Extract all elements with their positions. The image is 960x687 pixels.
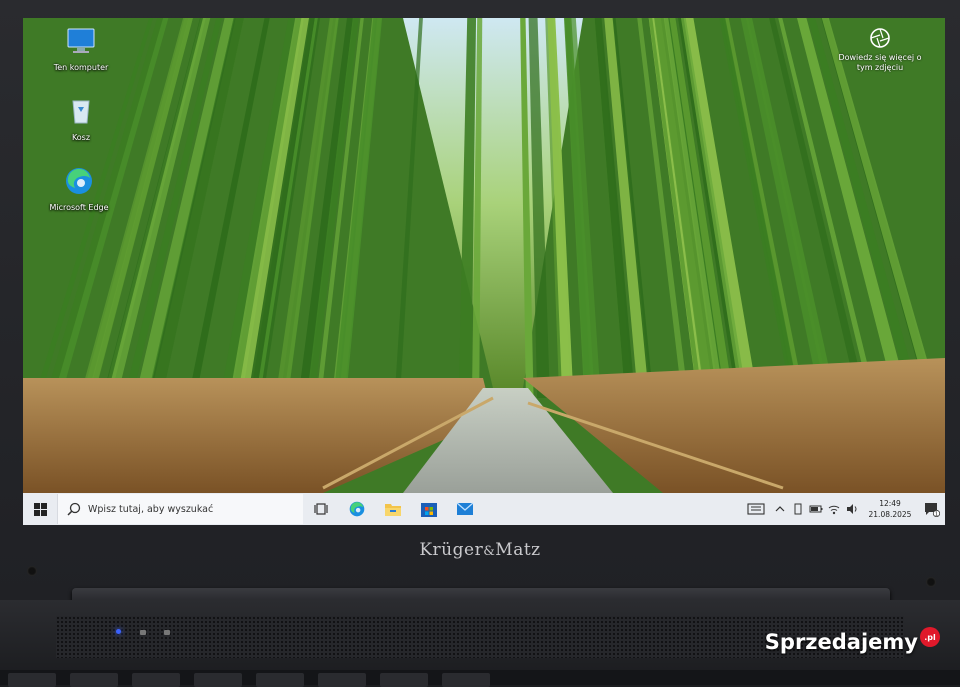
file-explorer-icon [385, 504, 401, 516]
desktop-icon-label: Kosz [71, 133, 91, 142]
taskbar-clock[interactable]: 12:49 21.08.2025 [861, 498, 919, 520]
desktop-icon-this-pc[interactable]: Ten komputer [46, 26, 116, 73]
battery-icon [809, 505, 823, 513]
notification-icon: 1 [925, 503, 940, 517]
desktop-icon-label: Ten komputer [53, 63, 109, 72]
notification-count: 1 [935, 511, 938, 517]
usb-icon [794, 503, 802, 515]
wifi-icon [828, 505, 840, 515]
clock-time: 12:49 [879, 499, 901, 508]
sprzedajemy-watermark: Sprzedajemy .pl [764, 627, 940, 654]
keyboard-icon [747, 503, 765, 515]
desktop-icon-recycle-bin[interactable]: Kosz [46, 96, 116, 143]
task-view-icon [314, 503, 328, 515]
taskbar-search-box[interactable]: Wpisz tutaj, aby wyszukać [57, 494, 303, 524]
battery-button[interactable] [807, 493, 825, 525]
recycle-bin-icon [72, 100, 90, 124]
laptop-screen: Ten komputer Kosz Microsoft Edge Dowiedz… [23, 18, 945, 525]
touch-keyboard-button[interactable] [741, 493, 771, 525]
desktop-icon-label: Microsoft Edge [49, 203, 109, 212]
watermark-badge: .pl [920, 627, 940, 647]
action-center-button[interactable]: 1 [919, 493, 945, 525]
search-placeholder: Wpisz tutaj, aby wyszukać [88, 503, 214, 515]
windows-logo-icon [33, 502, 47, 516]
bezel-screw-left [27, 566, 37, 576]
desktop-wallpaper [23, 18, 945, 493]
taskbar-file-explorer-button[interactable] [375, 493, 411, 525]
this-pc-icon [67, 28, 95, 53]
edge-icon [349, 501, 365, 517]
usb-device-button[interactable] [789, 493, 807, 525]
taskbar-store-button[interactable] [411, 493, 447, 525]
clock-date: 21.08.2025 [868, 510, 912, 519]
learn-more-line2: tym zdjęciu [856, 63, 904, 72]
power-led [116, 629, 121, 634]
search-icon [67, 502, 81, 516]
laptop-brand-logo: Krüger&Matz [419, 540, 541, 560]
learn-about-picture[interactable]: Dowiedz się więcej o tym zdjęciu [835, 26, 925, 73]
status-led [164, 630, 170, 635]
microsoft-store-icon [421, 503, 437, 517]
taskbar: Wpisz tutaj, aby wyszukać 12:49 21.08.20… [23, 493, 945, 525]
bezel-screw-right [926, 577, 936, 587]
chevron-up-icon [775, 506, 785, 512]
edge-icon [66, 168, 92, 194]
show-hidden-icons-button[interactable] [771, 493, 789, 525]
learn-more-line1: Dowiedz się więcej o [838, 53, 922, 62]
mail-icon [456, 502, 474, 515]
network-button[interactable] [825, 493, 843, 525]
system-tray: 12:49 21.08.2025 1 [741, 493, 945, 525]
task-view-button[interactable] [303, 493, 339, 525]
camera-lens-icon [870, 28, 890, 48]
status-led [140, 630, 146, 635]
desktop-icon-edge[interactable]: Microsoft Edge [44, 166, 114, 213]
volume-button[interactable] [843, 493, 861, 525]
start-button[interactable] [23, 493, 57, 525]
taskbar-mail-button[interactable] [447, 493, 483, 525]
taskbar-edge-button[interactable] [339, 493, 375, 525]
watermark-text: Sprzedajemy [764, 630, 918, 654]
speaker-icon [847, 504, 857, 514]
